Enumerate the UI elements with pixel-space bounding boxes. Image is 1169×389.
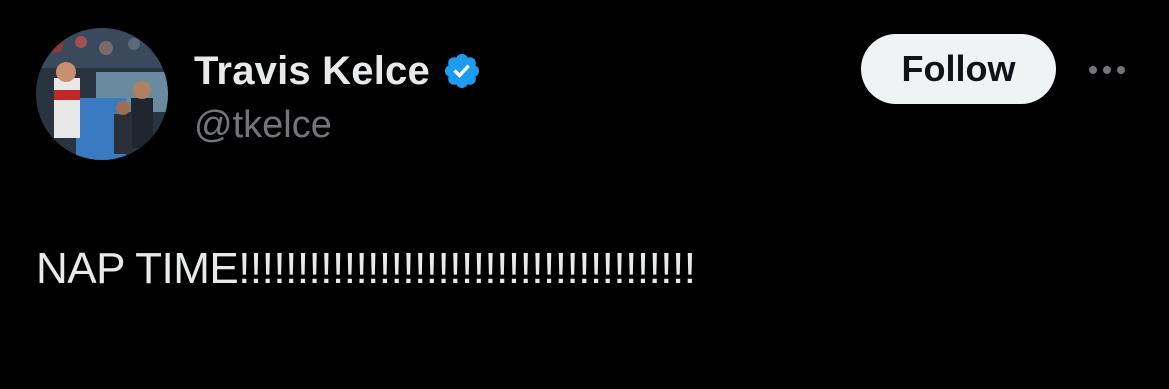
author-handle[interactable]: @tkelce <box>194 104 332 147</box>
author-name-row: Travis Kelce <box>194 44 482 98</box>
avatar-image <box>36 28 168 160</box>
tweet-card: Travis Kelce @tkelce Follow NAP TIME!!!!… <box>0 0 1169 389</box>
verified-badge-icon[interactable] <box>442 51 482 91</box>
tweet-text: NAP TIME!!!!!!!!!!!!!!!!!!!!!!!!!!!!!!!!… <box>36 244 696 293</box>
more-horizontal-icon <box>1089 66 1125 74</box>
follow-button[interactable]: Follow <box>861 34 1056 104</box>
more-options-button[interactable] <box>1082 52 1132 88</box>
avatar[interactable] <box>36 28 168 160</box>
author-display-name[interactable]: Travis Kelce <box>194 49 430 94</box>
